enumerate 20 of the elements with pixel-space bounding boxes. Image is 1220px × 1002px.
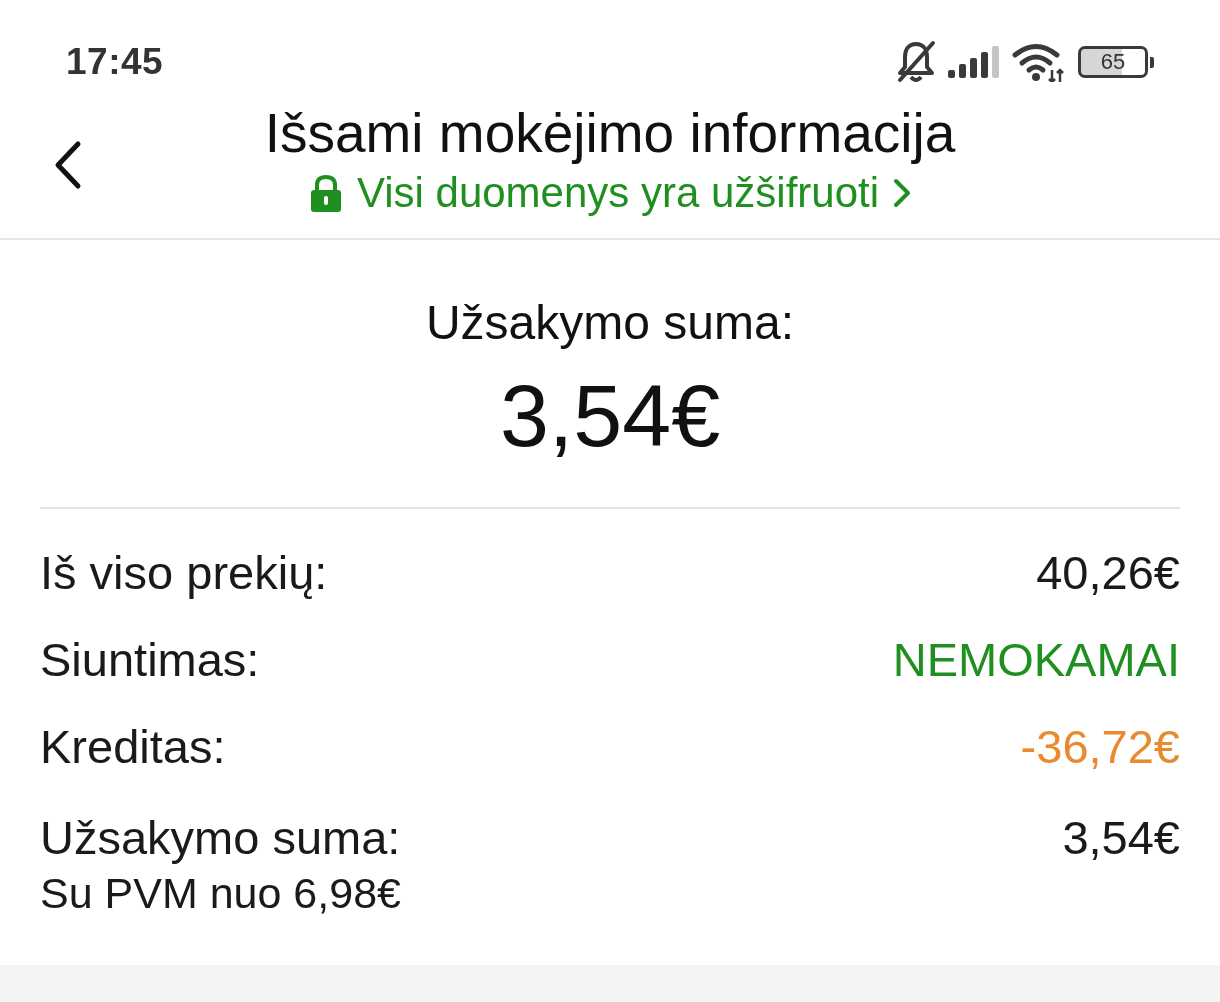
row-value: NEMOKAMAI xyxy=(892,635,1180,685)
row-note: Su PVM nuo 6,98€ xyxy=(40,868,401,918)
padlock-icon xyxy=(308,174,343,212)
row-value: -36,72€ xyxy=(1020,722,1180,772)
page-title: Išsami mokėjimo informacija xyxy=(264,104,956,162)
wifi-icon xyxy=(1012,42,1066,82)
row-label: Iš viso prekių: xyxy=(40,548,328,598)
row-value: 40,26€ xyxy=(1036,548,1180,598)
status-time: 17:45 xyxy=(66,41,164,83)
total-amount: 3,54€ xyxy=(499,366,721,466)
battery-percent: 65 xyxy=(1100,51,1126,73)
row-label: Siuntimas: xyxy=(40,635,260,685)
row-label: Užsakymo suma: xyxy=(40,813,401,863)
signal-icon xyxy=(948,46,1000,78)
chevron-right-icon xyxy=(893,178,912,208)
bell-muted-icon xyxy=(896,40,936,84)
encryption-link[interactable]: Visi duomenys yra užšifruoti xyxy=(356,170,880,216)
row-value: 3,54€ xyxy=(1062,813,1180,863)
summary-label: Užsakymo suma: xyxy=(425,296,795,350)
row-label: Kreditas: xyxy=(40,722,226,772)
